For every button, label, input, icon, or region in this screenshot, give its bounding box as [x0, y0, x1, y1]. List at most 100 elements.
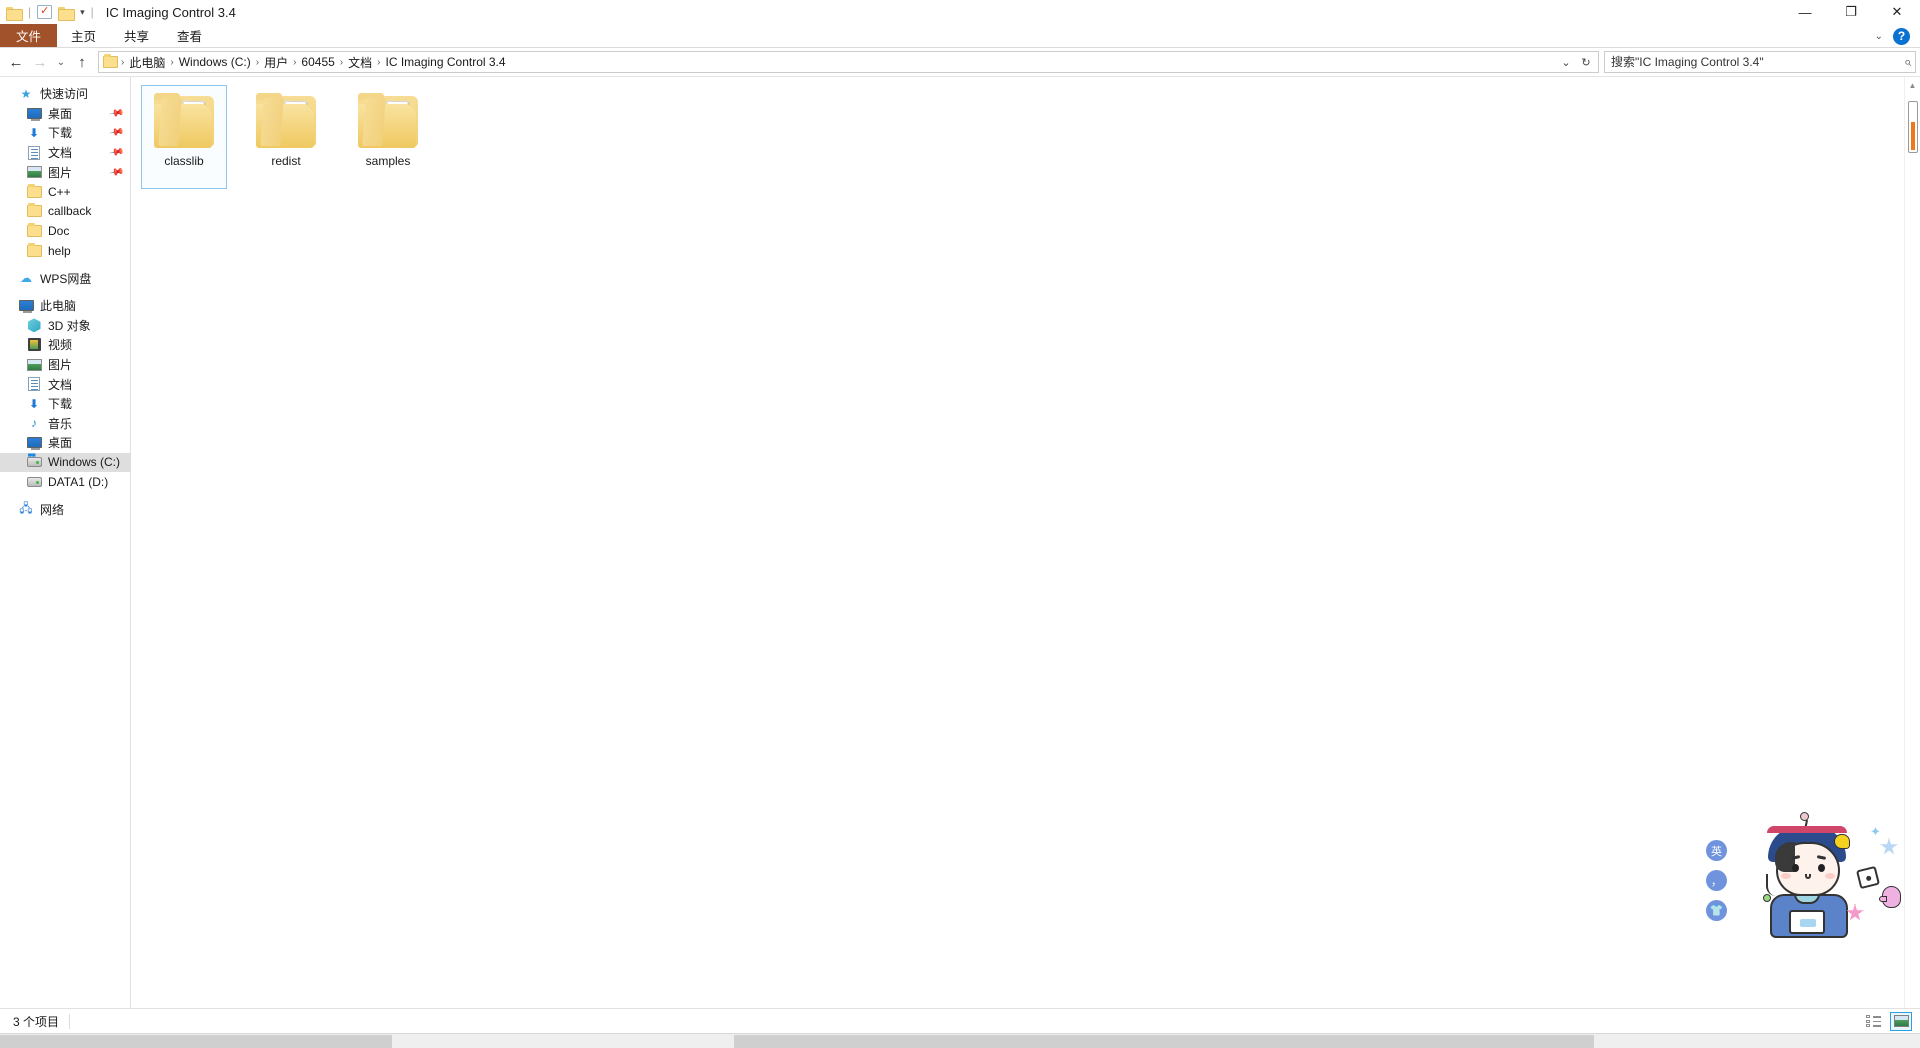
large-icons-view-button[interactable] — [1890, 1011, 1912, 1031]
refresh-icon[interactable]: ↻ — [1576, 52, 1596, 72]
vertical-scrollbar[interactable]: ▲ — [1904, 77, 1920, 1008]
sidebar-gap-2 — [0, 288, 130, 296]
chevron-down-icon[interactable]: ⌄ — [1875, 31, 1883, 42]
forward-button[interactable]: → — [28, 50, 52, 74]
sidebar-item-desktop-pc[interactable]: 桌面 — [0, 433, 130, 453]
sidebar-item-label: 文档 — [48, 377, 73, 392]
folder-icon — [26, 242, 42, 259]
sidebar-item-videos[interactable]: 视频 — [0, 335, 130, 355]
search-input[interactable] — [1611, 55, 1904, 69]
file-item-label: classlib — [164, 154, 204, 168]
tab-home[interactable]: 主页 — [57, 24, 110, 47]
breadcrumb[interactable]: › 此电脑 › Windows (C:) › 用户 › 60455 › 文档 ›… — [98, 51, 1599, 73]
sidebar-item-label: callback — [48, 204, 92, 219]
file-item-classlib[interactable]: classlib — [141, 85, 227, 189]
star-icon — [1880, 838, 1898, 855]
taskbar-segment-2[interactable] — [734, 1035, 1594, 1048]
sidebar-item-downloads-pc[interactable]: ⬇ 下载 — [0, 394, 130, 414]
recent-locations-button[interactable]: ⌄ — [52, 50, 70, 74]
sidebar-item-downloads[interactable]: ⬇ 下载 📌 — [0, 123, 130, 143]
tab-file[interactable]: 文件 — [0, 24, 58, 47]
ribbon-tab-bar: 文件 主页 共享 查看 ⌄ ? — [0, 24, 1920, 48]
pin-icon[interactable]: 📌 — [108, 164, 125, 180]
sidebar-item-pictures[interactable]: 图片 📌 — [0, 162, 130, 182]
desktop-icon — [26, 105, 42, 121]
sidebar-item-documents[interactable]: 文档 📌 — [0, 143, 130, 163]
sidebar-item-documents-pc[interactable]: 文档 — [0, 374, 130, 394]
sidebar-item-label: DATA1 (D:) — [48, 475, 109, 490]
sidebar-item-windows-c[interactable]: Windows (C:) — [0, 452, 130, 473]
tab-view[interactable]: 查看 — [163, 24, 216, 47]
sidebar-item-desktop[interactable]: 桌面 📌 — [0, 104, 130, 124]
pin-icon[interactable]: 📌 — [108, 125, 125, 141]
breadcrumb-item-windows-c[interactable]: Windows (C:) — [175, 53, 255, 71]
videos-icon — [26, 337, 42, 353]
sidebar-item-quick-access[interactable]: ★ 快速访问 — [0, 84, 130, 104]
minimize-button[interactable]: — — [1782, 0, 1828, 24]
sidebar-item-music[interactable]: ♪ 音乐 — [0, 414, 130, 434]
search-icon[interactable]: ⌕ — [1904, 54, 1911, 70]
sidebar-item-doc[interactable]: Doc — [0, 221, 130, 241]
file-list-pane[interactable]: classlib redist samples ▲ 英 ， 👕 ✦ — [131, 77, 1920, 1008]
scroll-up-button[interactable]: ▲ — [1905, 77, 1920, 93]
download-icon: ⬇ — [28, 396, 40, 411]
sidebar-item-callback[interactable]: callback — [0, 202, 130, 222]
breadcrumb-item-current[interactable]: IC Imaging Control 3.4 — [382, 53, 510, 71]
folder-icon[interactable] — [6, 6, 23, 21]
new-folder-icon[interactable] — [58, 6, 76, 21]
close-button[interactable]: ✕ — [1874, 0, 1920, 24]
ime-button-group: 英 ， 👕 — [1706, 840, 1727, 930]
sparkle-icon: ✦ — [1870, 824, 1881, 839]
help-icon[interactable]: ? — [1893, 27, 1910, 45]
breadcrumb-item-this-pc[interactable]: 此电脑 — [125, 52, 169, 73]
pictures-icon — [26, 357, 42, 373]
breadcrumb-item-60455[interactable]: 60455 — [297, 53, 338, 71]
sidebar-item-pictures-pc[interactable]: 图片 — [0, 355, 130, 375]
properties-icon[interactable] — [37, 4, 53, 19]
details-view-button[interactable] — [1862, 1012, 1884, 1031]
tab-share[interactable]: 共享 — [110, 24, 163, 47]
search-box[interactable]: ⌕ — [1604, 51, 1916, 73]
3d-objects-icon — [26, 317, 42, 333]
taskbar-strip[interactable] — [0, 1033, 1920, 1048]
qat-separator-2: | — [90, 5, 94, 19]
sidebar-item-cpp[interactable]: C++ — [0, 182, 130, 202]
sidebar-item-wps-cloud[interactable]: ☁ WPS网盘 — [0, 268, 130, 288]
ribbon-right-controls: ⌄ ? — [1875, 24, 1916, 48]
up-button[interactable]: ↑ — [70, 50, 94, 74]
sidebar-item-help[interactable]: help — [0, 241, 130, 261]
pin-icon[interactable]: 📌 — [108, 105, 125, 121]
navigation-pane[interactable]: ★ 快速访问 桌面 📌 ⬇ 下载 📌 文档 📌 图片 📌 C++ callbac… — [0, 77, 131, 1008]
scrollbar-track[interactable] — [1908, 93, 1918, 992]
music-icon: ♪ — [31, 416, 37, 431]
ime-punctuation-toggle[interactable]: ， — [1706, 870, 1727, 891]
ime-language-toggle[interactable]: 英 — [1706, 840, 1727, 861]
scrollbar-thumb[interactable] — [1908, 101, 1918, 153]
sidebar-item-network[interactable]: 🖧 网络 — [0, 500, 130, 520]
status-divider — [69, 1013, 71, 1029]
file-item-redist[interactable]: redist — [243, 85, 329, 189]
file-item-label: redist — [271, 154, 301, 168]
file-item-samples[interactable]: samples — [345, 85, 431, 189]
sidebar-item-label: help — [48, 243, 71, 258]
breadcrumb-item-users[interactable]: 用户 — [260, 52, 292, 73]
chevron-down-icon[interactable]: ⌄ — [1556, 52, 1576, 72]
taskbar-segment-1[interactable] — [0, 1035, 392, 1048]
sidebar-item-3d-objects[interactable]: 3D 对象 — [0, 316, 130, 336]
window-title: IC Imaging Control 3.4 — [105, 4, 236, 20]
back-button[interactable]: ← — [4, 50, 28, 74]
star-icon: ★ — [20, 86, 32, 101]
maximize-button[interactable]: ❐ — [1828, 0, 1874, 24]
cloud-icon: ☁ — [20, 271, 32, 286]
download-icon: ⬇ — [28, 125, 40, 140]
breadcrumb-item-documents[interactable]: 文档 — [344, 52, 376, 73]
drive-windows-icon — [26, 454, 42, 470]
sidebar-item-label: 文档 — [48, 146, 73, 161]
pin-icon[interactable]: 📌 — [108, 145, 125, 161]
sidebar-item-data1-d[interactable]: DATA1 (D:) — [0, 472, 130, 492]
qat-separator-1: | — [28, 5, 32, 19]
ime-skin-button[interactable]: 👕 — [1706, 900, 1727, 921]
sidebar-item-this-pc[interactable]: 此电脑 — [0, 296, 130, 316]
chevron-down-icon[interactable]: ▾ — [80, 7, 85, 18]
duck-icon — [1879, 886, 1901, 908]
